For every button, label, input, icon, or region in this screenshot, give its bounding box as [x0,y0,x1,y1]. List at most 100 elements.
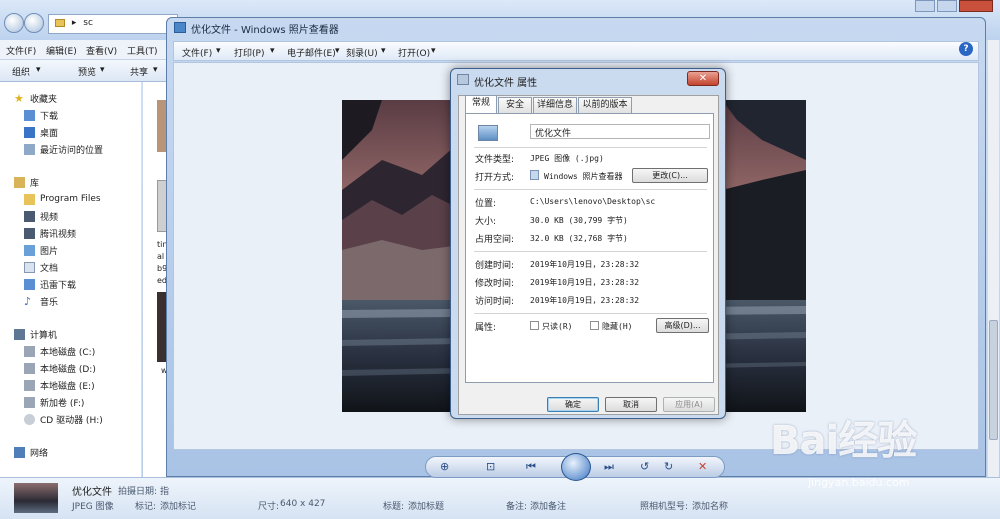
nav-item-drive-e[interactable]: 本地磁盘 (E:) [24,377,95,393]
nav-item-program-files[interactable]: Program Files [24,191,101,207]
viewer-menubar: 文件(F) 打印(P) 电子邮件(E) 刻录(U) 打开(O) ▾ ▾ ▾ ▾ … [173,41,979,61]
change-button[interactable]: 更改(C)... [632,168,708,183]
drive-icon [24,362,35,374]
details-type: JPEG 图像 [72,502,114,512]
viewer-menu-file[interactable]: 文件(F) [182,46,212,59]
size-value: 30.0 KB (30,799 字节) [530,216,628,225]
drive-icon [24,379,35,391]
tab-general[interactable]: 常规 [465,95,497,113]
details-dimensions: 640 x 427 [280,499,326,509]
rotate-left-icon[interactable]: ↺ [640,460,649,473]
drive-icon [24,345,35,357]
nav-item-thunder-downloads[interactable]: 迅雷下载 [24,276,76,292]
download-folder-icon [24,109,35,121]
navigation-pane: ★ 收藏夹 下载 桌面 最近访问的位置 库 Program Files 视频 腾… [0,82,142,477]
nav-item-drive-h[interactable]: CD 驱动器 (H:) [24,411,103,427]
dialog-title: 优化文件 属性 [474,78,538,89]
created-value: 2019年10月19日，23:28:32 [530,260,640,269]
star-icon: ★ [14,91,24,105]
nav-item-drive-c[interactable]: 本地磁盘 (C:) [24,343,95,359]
details-title-field[interactable]: 添加标题 [408,499,444,512]
file-type-value: JPEG 图像 (.jpg) [530,154,604,163]
menu-view[interactable]: 查看(V) [86,44,117,57]
preview-button[interactable]: 预览 [78,65,96,78]
disk-size-value: 32.0 KB (32,768 字节) [530,234,628,243]
details-filename: 优化文件 [72,487,112,498]
forward-button[interactable] [24,13,44,33]
nav-item-drive-d[interactable]: 本地磁盘 (D:) [24,360,96,376]
readonly-label: 只读(R) [542,322,573,331]
slideshow-button[interactable] [561,453,591,481]
explorer-scrollbar[interactable] [987,40,999,480]
nav-libraries[interactable]: 库 [14,174,39,190]
nav-item-desktop[interactable]: 桌面 [24,124,58,140]
folder-icon [55,18,65,27]
nav-item-recent[interactable]: 最近访问的位置 [24,141,103,157]
maximize-button[interactable] [937,0,957,12]
nav-item-tencent-video[interactable]: 腾讯视频 [24,225,76,241]
music-icon: ♪ [24,294,32,308]
menu-file[interactable]: 文件(F) [6,44,36,57]
actual-size-icon[interactable]: ⊡ [486,460,495,473]
viewer-menu-burn[interactable]: 刻录(U) [346,46,378,59]
window-controls [905,0,995,14]
menu-edit[interactable]: 编辑(E) [46,44,77,57]
minimize-button[interactable] [915,0,935,12]
next-icon[interactable]: ⏭ [604,460,614,474]
address-folder: sc [83,18,93,28]
rotate-right-icon[interactable]: ↻ [664,460,673,473]
dialog-close-button[interactable]: ✕ [687,71,719,86]
advanced-button[interactable]: 高级(D)... [656,318,709,333]
explorer-menubar: 文件(F) 编辑(E) 查看(V) 工具(T) [0,40,175,60]
nav-computer[interactable]: 计算机 [14,326,57,342]
cancel-button[interactable]: 取消 [605,397,657,412]
hidden-label: 隐藏(H) [602,322,633,331]
details-tags-field[interactable]: 添加标记 [160,499,196,512]
help-icon[interactable]: ? [959,42,973,56]
zoom-icon[interactable]: ⊕ [440,460,449,473]
hidden-checkbox[interactable] [590,321,599,330]
nav-item-drive-f[interactable]: 新加卷 (F:) [24,394,84,410]
nav-network[interactable]: 网络 [14,444,48,460]
viewer-menu-email[interactable]: 电子邮件(E) [287,46,336,59]
recent-places-icon [24,143,35,155]
details-note-field[interactable]: 添加备注 [530,499,566,512]
nav-favorites[interactable]: ★ 收藏夹 [14,90,57,106]
viewer-menu-print[interactable]: 打印(P) [234,46,264,59]
nav-item-downloads[interactable]: 下载 [24,107,58,123]
nav-item-pictures[interactable]: 图片 [24,242,58,258]
ok-button[interactable]: 确定 [547,397,599,412]
readonly-checkbox[interactable] [530,321,539,330]
scrollbar-thumb[interactable] [989,320,998,440]
explorer-commandbar: 组织 ▾ 预览 ▾ 共享 ▾ [0,60,175,82]
previous-icon[interactable]: ⏮ [526,460,536,474]
filename-input[interactable]: 优化文件 [530,124,710,139]
tab-previous-versions[interactable]: 以前的版本 [578,97,632,113]
nav-item-documents[interactable]: 文档 [24,259,58,275]
network-icon [14,446,25,458]
tab-details[interactable]: 详细信息 [533,97,577,113]
photo-viewer-icon [530,170,539,180]
library-icon [14,176,25,188]
drive-icon [24,396,35,408]
share-button[interactable]: 共享 [130,65,148,78]
address-bar[interactable]: ▸ sc [48,14,178,34]
viewer-menu-open[interactable]: 打开(O) [398,46,430,59]
apply-button[interactable]: 应用(A) [663,397,715,412]
details-camera-field[interactable]: 添加名称 [692,499,728,512]
back-button[interactable] [4,13,24,33]
tab-security[interactable]: 安全 [498,97,532,113]
menu-tools[interactable]: 工具(T) [127,44,158,57]
open-with-value: Windows 照片查看器 [544,172,623,181]
close-button[interactable] [959,0,993,12]
accessed-value: 2019年10月19日，23:28:32 [530,296,640,305]
nav-item-music[interactable]: ♪ 音乐 [24,293,58,309]
cd-drive-icon [24,413,35,425]
computer-icon [14,328,25,340]
organize-button[interactable]: 组织 [12,65,30,78]
nav-item-videos[interactable]: 视频 [24,208,58,224]
baidu-watermark: Bai经验 [770,418,917,464]
details-thumbnail [14,483,58,513]
folder-icon [24,278,35,290]
delete-icon[interactable]: ✕ [698,460,707,473]
